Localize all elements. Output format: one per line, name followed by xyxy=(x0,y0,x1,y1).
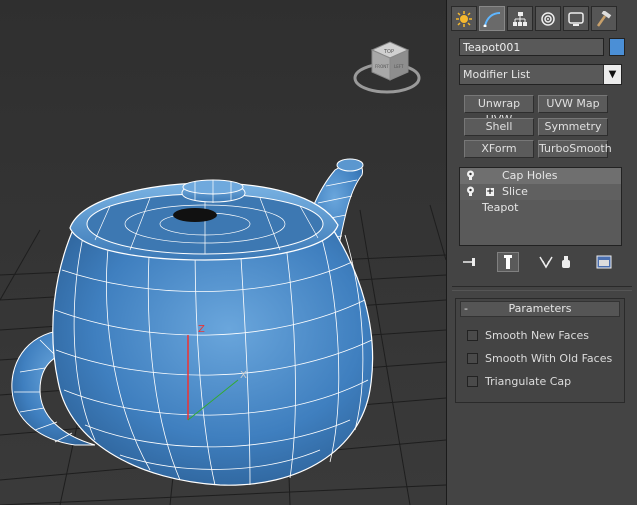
monitor-icon xyxy=(568,11,584,26)
symmetry-button[interactable]: Symmetry xyxy=(538,118,608,136)
show-end-result-button[interactable] xyxy=(497,252,519,272)
gizmo-z-label: Z xyxy=(198,324,205,335)
unwrap-uvw-button[interactable]: Unwrap UVW xyxy=(464,95,534,126)
lightbulb-icon[interactable] xyxy=(466,170,475,181)
triangulate-cap-label: Triangulate Cap xyxy=(485,375,572,388)
sun-icon xyxy=(456,10,472,27)
motion-icon xyxy=(541,11,555,26)
make-unique-button[interactable] xyxy=(535,252,557,272)
pin-stack-button[interactable] xyxy=(459,252,481,272)
remove-modifier-icon xyxy=(562,256,570,268)
utilities-tab[interactable] xyxy=(591,6,617,31)
stack-item-slice[interactable]: + Slice xyxy=(460,184,621,200)
show-end-result-icon xyxy=(504,255,512,269)
create-tab[interactable] xyxy=(451,6,477,31)
viewcube-left: LEFT xyxy=(394,64,404,69)
hierarchy-icon xyxy=(513,11,527,26)
modifier-stack: Cap Holes + Slice Teapot xyxy=(459,167,622,246)
viewcube-front: FRONT xyxy=(375,64,389,69)
command-panel-tabs xyxy=(451,6,617,32)
modify-tab[interactable] xyxy=(479,6,505,31)
object-name-field[interactable] xyxy=(459,38,604,56)
command-panel: Modifier List ▼ Unwrap UVW UVW Map Shell… xyxy=(447,0,637,505)
hierarchy-tab[interactable] xyxy=(507,6,533,31)
remove-modifier-button[interactable] xyxy=(555,252,577,272)
parameters-rollout-header[interactable]: - Parameters xyxy=(460,301,620,317)
stack-toolbar xyxy=(455,252,625,274)
stack-item-teapot[interactable]: Teapot xyxy=(460,200,621,216)
chevron-down-icon: ▼ xyxy=(603,65,621,84)
configure-modifier-sets-button[interactable] xyxy=(593,252,615,272)
teapot-body xyxy=(52,224,374,486)
configure-modifier-sets-icon xyxy=(596,255,612,269)
uvw-map-button[interactable]: UVW Map xyxy=(538,95,608,113)
hammer-icon xyxy=(596,10,612,27)
panel-divider xyxy=(452,290,632,291)
shell-button[interactable]: Shell xyxy=(464,118,534,136)
smooth-new-faces-checkbox[interactable] xyxy=(467,330,478,341)
smooth-with-old-faces-checkbox[interactable] xyxy=(467,353,478,364)
gizmo-x-label: X xyxy=(240,370,247,381)
motion-tab[interactable] xyxy=(535,6,561,31)
panel-divider xyxy=(452,286,632,287)
smooth-new-faces-label: Smooth New Faces xyxy=(485,329,590,342)
modifier-list-label: Modifier List xyxy=(463,68,531,81)
viewport-canvas: Z X TOP FRONT LEFT xyxy=(0,41,446,505)
display-tab[interactable] xyxy=(563,6,589,31)
turbosmooth-button[interactable]: TurboSmooth xyxy=(538,140,612,158)
expand-plus-icon[interactable]: + xyxy=(486,188,494,197)
stack-item-cap-holes[interactable]: Cap Holes xyxy=(460,168,621,184)
pin-stack-icon xyxy=(463,258,475,266)
object-color-swatch[interactable] xyxy=(609,38,625,56)
stack-item-label: Teapot xyxy=(482,201,519,214)
lightbulb-icon[interactable] xyxy=(466,186,475,197)
modifier-list-dropdown[interactable]: Modifier List ▼ xyxy=(459,64,622,85)
viewcube-top: TOP xyxy=(383,49,394,55)
parameters-rollout: - Parameters Smooth New Faces Smooth Wit… xyxy=(455,298,625,403)
triangulate-cap-checkbox[interactable] xyxy=(467,376,478,387)
parameters-title: Parameters xyxy=(508,302,572,315)
stack-item-label: Slice xyxy=(502,185,528,198)
make-unique-icon xyxy=(539,256,553,269)
teapot-lid-knob xyxy=(181,179,246,203)
modify-curve-icon xyxy=(483,11,501,27)
perspective-viewport[interactable]: Z X TOP FRONT LEFT xyxy=(0,0,447,505)
xform-button[interactable]: XForm xyxy=(464,140,534,158)
stack-item-label: Cap Holes xyxy=(502,169,558,182)
viewcube[interactable]: TOP FRONT LEFT xyxy=(353,41,421,94)
smooth-with-old-faces-label: Smooth With Old Faces xyxy=(485,352,613,365)
